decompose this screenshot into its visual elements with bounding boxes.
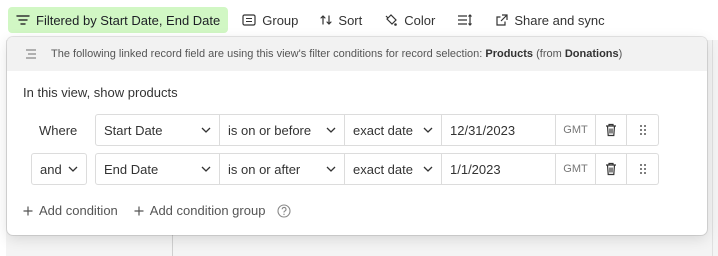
delete-condition-button[interactable] (596, 153, 627, 185)
add-condition-group-button[interactable]: Add condition group (134, 203, 292, 218)
notice-table: Donations (564, 48, 619, 60)
group-button-label: Group (262, 12, 299, 28)
sort-button[interactable]: Sort (312, 7, 370, 33)
view-toolbar: Filtered by Start Date, End Date Group S… (0, 0, 718, 40)
condition-lead-where: Where (39, 122, 78, 138)
linked-record-notice: The following linked record field are us… (7, 37, 707, 71)
date-mode-select[interactable]: exact date (345, 114, 442, 146)
chevron-down-icon (201, 166, 211, 172)
sort-button-label: Sort (338, 12, 363, 28)
drag-handle-icon (639, 164, 646, 174)
conjunction-select[interactable]: and (31, 153, 87, 185)
linked-fields-icon (26, 49, 36, 59)
notice-text: The following linked record field are us… (51, 48, 623, 60)
share-sync-button[interactable]: Share and sync (487, 7, 612, 33)
filter-icon (16, 15, 30, 25)
color-button-label: Color (404, 12, 436, 28)
color-icon (385, 14, 398, 26)
grid-right-edge (712, 40, 713, 256)
date-mode-select[interactable]: exact date (345, 153, 442, 185)
add-condition-button[interactable]: Add condition (23, 203, 118, 218)
group-icon (242, 14, 256, 26)
popover-title: In this view, show products (23, 85, 178, 100)
help-icon[interactable] (277, 203, 291, 218)
sort-icon (320, 15, 333, 25)
condition-row: Where Start Date is on or before exact d… (31, 114, 659, 146)
chevron-down-icon (201, 127, 211, 133)
popover-footer: Add condition Add condition group (23, 203, 291, 218)
timezone-label: GMT (556, 153, 596, 185)
filter-button-label: Filtered by Start Date, End Date (36, 12, 221, 28)
chevron-down-icon (423, 166, 433, 172)
filter-popover: The following linked record field are us… (7, 37, 707, 235)
timezone-label: GMT (556, 114, 596, 146)
chevron-down-icon (423, 127, 433, 133)
field-select[interactable]: End Date (95, 153, 220, 185)
row-height-icon (458, 14, 473, 26)
drag-handle-icon (639, 125, 646, 135)
field-select[interactable]: Start Date (95, 114, 220, 146)
drag-handle[interactable] (627, 114, 659, 146)
filter-button[interactable]: Filtered by Start Date, End Date (8, 7, 229, 33)
plus-icon (23, 206, 33, 215)
grid-left-edge (0, 40, 6, 256)
row-height-button[interactable] (449, 7, 481, 33)
trash-icon (606, 123, 616, 137)
share-button-label: Share and sync (514, 12, 605, 28)
chevron-down-icon (68, 166, 78, 172)
condition-row: and End Date is on or after exact date 1… (31, 153, 659, 185)
share-icon (496, 13, 508, 26)
operator-select[interactable]: is on or after (220, 153, 345, 185)
plus-icon (134, 206, 144, 215)
chevron-down-icon (326, 166, 336, 172)
operator-select[interactable]: is on or before (220, 114, 345, 146)
drag-handle[interactable] (627, 153, 659, 185)
color-button[interactable]: Color (376, 7, 443, 33)
condition-lead: and (31, 153, 95, 185)
group-button[interactable]: Group (234, 7, 306, 33)
delete-condition-button[interactable] (596, 114, 627, 146)
date-value-input[interactable]: 1/1/2023 (442, 153, 556, 185)
trash-icon (606, 162, 616, 176)
chevron-down-icon (326, 127, 336, 133)
date-value-input[interactable]: 12/31/2023 (442, 114, 556, 146)
notice-field: Products (485, 48, 534, 60)
